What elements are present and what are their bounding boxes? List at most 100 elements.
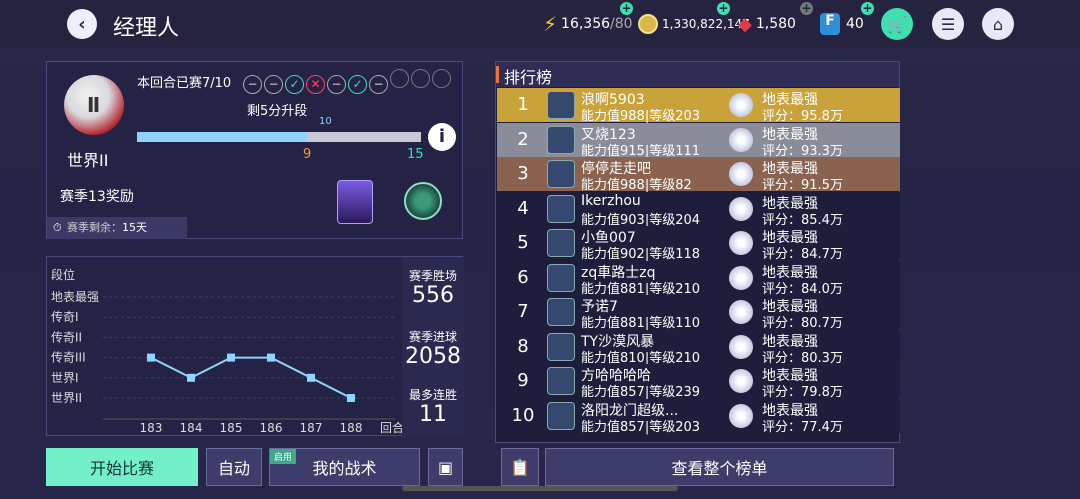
add-coins-button[interactable]: + [717,2,730,15]
rank-number: 10 [511,404,535,426]
player-name: Ikerzhou [581,192,641,209]
remaining-bar: ⏱ 赛季剩余：15天 [47,217,187,239]
x-tick-label: 188 [340,421,363,435]
shop-cart-icon[interactable]: 🛒 [881,8,913,40]
y-tick-label: 传奇III [51,350,86,365]
start-match-button[interactable]: 开始比赛 [46,448,198,486]
data-point [187,373,195,382]
ranking-row[interactable]: 9 方哈哈哈哈 能力值857|等级239 地表最强 评分：79.8万 [497,364,900,400]
grade-medal-icon [729,162,753,186]
player-stats: 能力值857|等级203 [581,419,701,435]
kit-reward-icon[interactable] [404,182,442,220]
player-card-reward-icon[interactable] [337,180,373,224]
grade-medal-icon [729,369,753,393]
tactics-active-tag: 启用 [270,449,297,464]
ranking-row[interactable]: 2 叉烧123 能力值915|等级111 地表最强 评分：93.3万 [497,122,900,159]
player-score: 评分：85.4万 [762,212,843,228]
match-result-check-icon: ✓ [348,75,367,94]
club-crest-icon [547,332,575,361]
grade-medal-icon [729,300,753,324]
player-stats: 能力值881|等级110 [581,316,701,331]
player-score: 评分：80.3万 [762,350,843,366]
ranking-row[interactable]: 7 予诺7 能力值881|等级110 地表最强 评分：80.7万 [497,295,900,331]
rank-number: 2 [517,128,529,150]
formation-icon[interactable]: ▣ [428,448,463,486]
x-tick-label: 184 [180,421,203,435]
ranking-row[interactable]: 8 TY沙漠风暴 能力值810|等级210 地表最强 评分：80.3万 [497,329,900,366]
match-result-empty-icon [432,69,451,88]
match-result-check-icon: ✓ [285,75,304,94]
player-stats: 能力值810|等级210 [581,350,701,366]
y-tick-label: 传奇I [51,309,79,324]
player-score: 评分：84.7万 [762,247,843,262]
data-point [147,353,155,362]
grade-medal-icon [729,127,753,152]
ranking-panel: 排行榜 1 浪啊5903 能力值988|等级203 地表最强 评分：95.8万 2 叉烧12… [495,61,900,443]
rank-number: 6 [517,266,529,288]
data-point [267,353,275,362]
ranking-row[interactable]: 1 浪啊5903 能力值988|等级203 地表最强 评分：95.8万 [497,88,900,124]
rank-number: 9 [517,370,529,391]
info-icon[interactable]: i [428,123,456,151]
grade-medal-icon [729,403,753,428]
ranking-row[interactable]: 3 停停走走吧 能力值988|等级82 地表最强 评分：91.5万 [497,157,900,193]
player-stats: 能力值881|等级210 [581,281,701,297]
add-stamina-button[interactable]: + [620,2,633,15]
player-stats: 能力值915|等级111 [581,143,701,159]
ranking-title: 排行榜 [504,68,553,87]
round-label: 本回合已赛7/10 [137,76,232,91]
promote-label: 剩5分升段 [247,104,308,119]
y-tick-label: 传奇II [51,329,82,344]
add-f-points-button[interactable]: + [861,2,874,15]
promotion-progress-bar [137,132,421,142]
rank-number: 7 [517,301,529,322]
club-crest-icon [547,194,575,223]
match-result-minus-icon: − [243,75,262,94]
home-icon[interactable]: ⌂ [982,8,1014,40]
player-score: 评分：80.7万 [762,316,843,331]
wins-value: 556 [412,283,454,308]
x-tick-label: 186 [260,421,283,435]
ranking-row[interactable]: 6 zq車路士zq 能力值881|等级210 地表最强 评分：84.0万 [497,260,900,297]
f-point-icon: F [820,13,840,35]
player-score: 评分：77.4万 [762,419,843,435]
rank-history-chart: 段位 地表最强 传奇I 传奇II 传奇III 世界I 世界II 183 184 185 186 187… [46,256,464,437]
ranking-row[interactable]: 5 小鱼007 能力值902|等级118 地表最强 评分：84.7万 [497,226,900,262]
view-full-ranking-button[interactable]: 查看整个榜单 [545,448,894,486]
grade-medal-icon [729,196,753,221]
ranking-row[interactable]: 10 洛阳龙门超级... 能力值857|等级203 地表最强 评分：77.4万 [497,398,900,435]
player-score: 评分：79.8万 [762,385,843,400]
clock-icon: ⏱ [53,221,62,234]
match-result-minus-icon: − [327,75,346,94]
progress-marker: 10 [319,116,332,127]
rules-icon[interactable]: 📋 [501,448,539,486]
rank-number: 5 [517,232,529,253]
club-crest-icon [547,263,575,292]
grade-medal-icon [729,93,753,117]
rank-chart-svg: 段位地表最强传奇I 传奇II 传奇III 世界I 世界II 183 184 185 186 187… [51,267,402,435]
ranking-row[interactable]: 4 Ikerzhou 能力值903|等级204 地表最强 评分：85.4万 [497,191,900,228]
task-list-icon[interactable]: ☰ [932,8,964,40]
my-tactics-button[interactable]: 启用 我的战术 [269,448,420,486]
player-score: 评分：93.3万 [762,143,843,159]
back-button[interactable]: ‹ [67,9,97,39]
auto-button[interactable]: 自动 [206,448,262,486]
grade-medal-icon [729,265,753,290]
club-crest-icon [547,125,575,154]
add-gems-button[interactable]: + [800,2,813,15]
gem-icon: ◆ [738,13,752,35]
player-score: 评分：84.0万 [762,281,843,297]
player-stats: 能力值903|等级204 [581,212,701,228]
f-points-display: F 40 [820,12,864,36]
player-stats: 能力值988|等级82 [581,178,692,193]
rank-number: 3 [517,163,529,184]
data-point [307,373,315,382]
player-score: 评分：95.8万 [762,109,843,124]
club-crest-icon [547,160,575,188]
progress-current: 9 [303,147,312,162]
y-tick-label: 世界II [51,391,82,405]
club-crest-icon [547,91,575,119]
progress-target: 15 [407,147,424,162]
match-result-empty-icon [390,69,409,88]
coins-display: 1,330,822,147 [638,12,750,36]
